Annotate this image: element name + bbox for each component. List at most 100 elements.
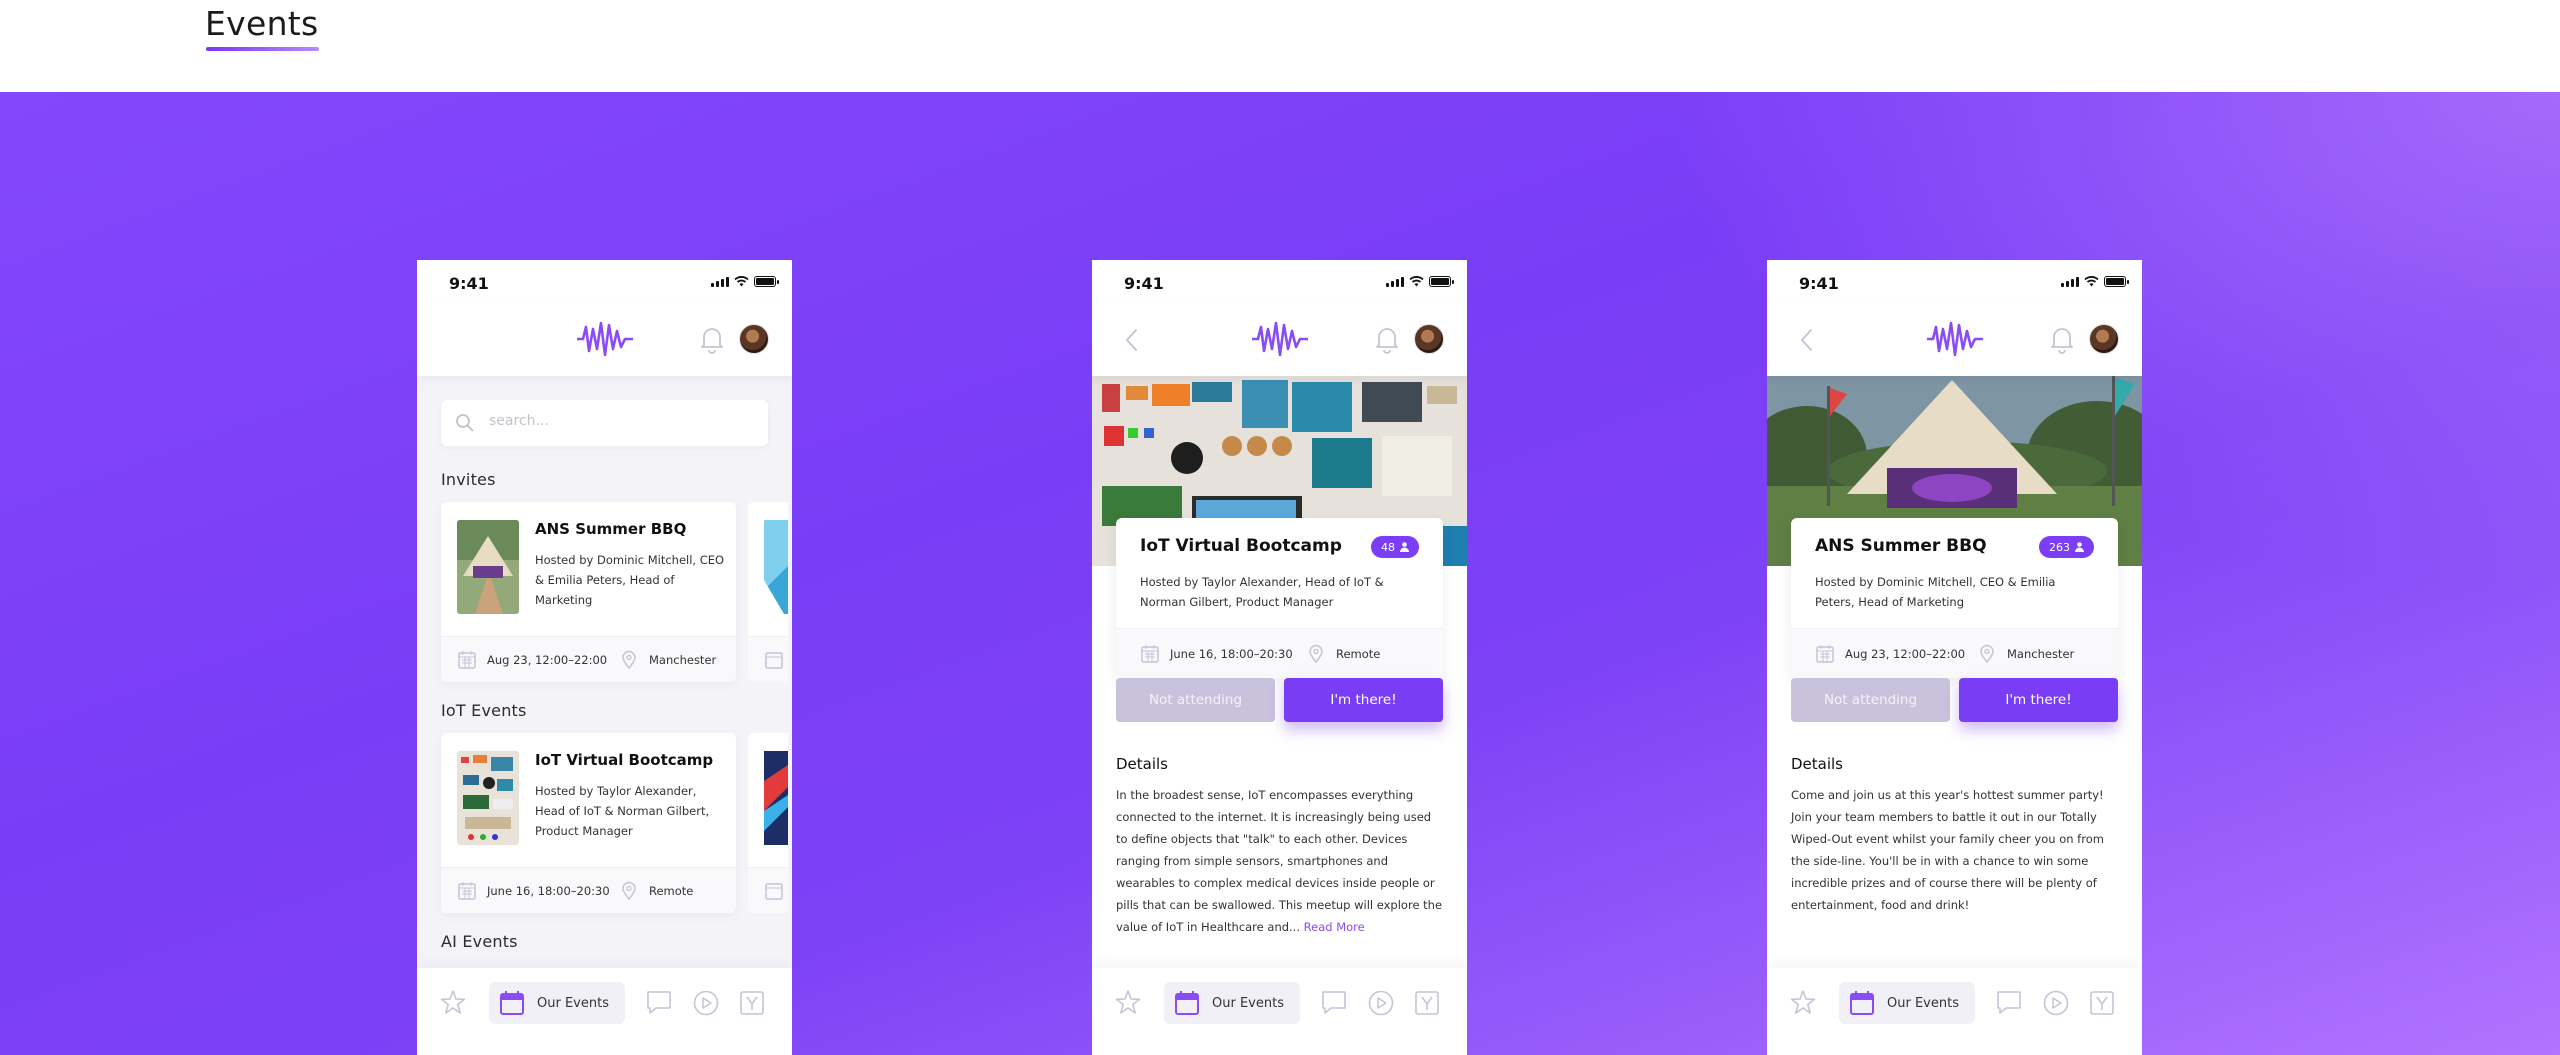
card-location: Manchester bbox=[649, 653, 717, 667]
peek-thumbnail bbox=[764, 751, 788, 845]
iot-thumbnail bbox=[457, 751, 519, 845]
card-date: June 16, 18:00–20:30 bbox=[487, 884, 610, 898]
signal-icon bbox=[711, 276, 729, 287]
avatar[interactable] bbox=[1414, 324, 1444, 354]
wifi-icon bbox=[734, 276, 749, 287]
tab-bar: Our Events bbox=[1767, 968, 2142, 1055]
title-underline bbox=[206, 47, 319, 51]
card-title: ANS Summer BBQ bbox=[535, 520, 687, 538]
star-icon[interactable] bbox=[1789, 988, 1817, 1016]
calendar-icon bbox=[458, 882, 476, 900]
event-meta-footer: Aug 23, 12:00–22:00 Manchester bbox=[1791, 628, 2118, 678]
card-date: Aug 23, 12:00–22:00 bbox=[487, 653, 608, 667]
presentation-background: 9:41 Invites ANS Summer BBQ Hosted by Do… bbox=[0, 92, 2560, 1055]
event-host: Hosted by Taylor Alexander, Head of IoT … bbox=[1140, 575, 1384, 609]
person-icon bbox=[1400, 542, 1409, 552]
tab-bar: Our Events bbox=[417, 968, 792, 1055]
y-combinator-icon[interactable] bbox=[2089, 990, 2115, 1016]
top-nav bbox=[1767, 304, 2142, 376]
bell-icon[interactable] bbox=[699, 324, 725, 354]
search-input[interactable] bbox=[489, 413, 749, 429]
calendar-icon bbox=[1175, 991, 1199, 1015]
attendee-count-badge: 48 bbox=[1371, 536, 1419, 558]
bell-icon[interactable] bbox=[2049, 324, 2075, 354]
status-bar: 9:41 bbox=[417, 260, 792, 304]
status-time: 9:41 bbox=[1124, 274, 1164, 293]
calendar-icon bbox=[765, 883, 783, 900]
play-icon[interactable] bbox=[2042, 989, 2070, 1017]
waveform-logo-icon bbox=[1927, 321, 1983, 357]
location-pin-icon bbox=[622, 650, 636, 670]
calendar-icon bbox=[500, 991, 524, 1015]
calendar-icon bbox=[1141, 645, 1159, 663]
tab-our-events[interactable]: Our Events bbox=[489, 982, 625, 1024]
play-icon[interactable] bbox=[1367, 989, 1395, 1017]
not-attending-button[interactable]: Not attending bbox=[1116, 678, 1275, 722]
signal-icon bbox=[1386, 276, 1404, 287]
top-nav bbox=[417, 304, 792, 376]
details-heading: Details bbox=[1116, 755, 1169, 773]
attending-button[interactable]: I'm there! bbox=[1284, 678, 1443, 722]
battery-icon bbox=[1429, 276, 1454, 287]
event-date: June 16, 18:00–20:30 bbox=[1170, 647, 1293, 661]
event-info-card: IoT Virtual Bootcamp 48 Hosted by Taylor… bbox=[1116, 518, 1443, 678]
status-time: 9:41 bbox=[1799, 274, 1839, 293]
back-chevron-icon[interactable] bbox=[1120, 326, 1144, 354]
avatar[interactable] bbox=[2089, 324, 2119, 354]
chat-icon[interactable] bbox=[1320, 989, 1348, 1015]
event-card-iot[interactable]: IoT Virtual Bootcamp Hosted by Taylor Al… bbox=[441, 733, 736, 913]
card-host: Hosted by Taylor Alexander, Head of IoT … bbox=[535, 784, 710, 838]
event-location: Manchester bbox=[2007, 647, 2075, 661]
calendar-icon bbox=[765, 652, 783, 669]
avatar[interactable] bbox=[739, 324, 769, 354]
status-bar: 9:41 bbox=[1767, 260, 2142, 304]
status-time: 9:41 bbox=[449, 274, 489, 293]
attending-button[interactable]: I'm there! bbox=[1959, 678, 2118, 722]
event-card-peek[interactable] bbox=[748, 733, 788, 913]
attendee-count-badge: 263 bbox=[2039, 536, 2094, 558]
read-more-link[interactable]: Read More bbox=[1304, 920, 1365, 934]
y-combinator-icon[interactable] bbox=[739, 990, 765, 1016]
bbq-event-detail-screen: 9:41 ANS Summer BBQ 263 Hosted by Domini… bbox=[1767, 260, 2142, 1055]
chat-icon[interactable] bbox=[1995, 989, 2023, 1015]
card-footer: Aug 23, 12:00–22:00 Manchester bbox=[441, 636, 736, 682]
bbq-thumbnail bbox=[457, 520, 519, 614]
tab-bar: Our Events bbox=[1092, 968, 1467, 1055]
star-icon[interactable] bbox=[439, 988, 467, 1016]
event-card-peek[interactable] bbox=[748, 502, 788, 682]
back-chevron-icon[interactable] bbox=[1795, 326, 1819, 354]
location-pin-icon bbox=[1980, 644, 1994, 664]
event-card-bbq[interactable]: ANS Summer BBQ Hosted by Dominic Mitchel… bbox=[441, 502, 736, 682]
battery-icon bbox=[754, 276, 779, 287]
event-title: IoT Virtual Bootcamp bbox=[1140, 536, 1342, 556]
tab-our-events[interactable]: Our Events bbox=[1839, 982, 1975, 1024]
calendar-icon bbox=[1816, 645, 1834, 663]
event-title: ANS Summer BBQ bbox=[1815, 536, 1987, 556]
section-label-invites: Invites bbox=[441, 470, 496, 489]
bell-icon[interactable] bbox=[1374, 324, 1400, 354]
waveform-logo-icon bbox=[1252, 321, 1308, 357]
section-label-ai: AI Events bbox=[441, 932, 518, 951]
card-location: Remote bbox=[649, 884, 694, 898]
y-combinator-icon[interactable] bbox=[1414, 990, 1440, 1016]
tab-our-events-label: Our Events bbox=[1212, 995, 1284, 1011]
chat-icon[interactable] bbox=[645, 989, 673, 1015]
search-icon bbox=[456, 414, 474, 432]
event-location: Remote bbox=[1336, 647, 1381, 661]
section-label-iot: IoT Events bbox=[441, 701, 527, 720]
page-title: Events bbox=[205, 4, 319, 43]
card-title: IoT Virtual Bootcamp bbox=[535, 751, 714, 769]
not-attending-button[interactable]: Not attending bbox=[1791, 678, 1950, 722]
location-pin-icon bbox=[622, 881, 636, 901]
top-nav bbox=[1092, 304, 1467, 376]
status-bar: 9:41 bbox=[1092, 260, 1467, 304]
tab-our-events[interactable]: Our Events bbox=[1164, 982, 1300, 1024]
event-host: Hosted by Dominic Mitchell, CEO & Emilia… bbox=[1815, 575, 2056, 609]
calendar-icon bbox=[458, 651, 476, 669]
play-icon[interactable] bbox=[692, 989, 720, 1017]
location-pin-icon bbox=[1309, 644, 1323, 664]
events-list-screen: 9:41 Invites ANS Summer BBQ Hosted by Do… bbox=[417, 260, 792, 1055]
details-heading: Details bbox=[1791, 755, 1844, 773]
star-icon[interactable] bbox=[1114, 988, 1142, 1016]
search-box[interactable] bbox=[441, 400, 768, 446]
